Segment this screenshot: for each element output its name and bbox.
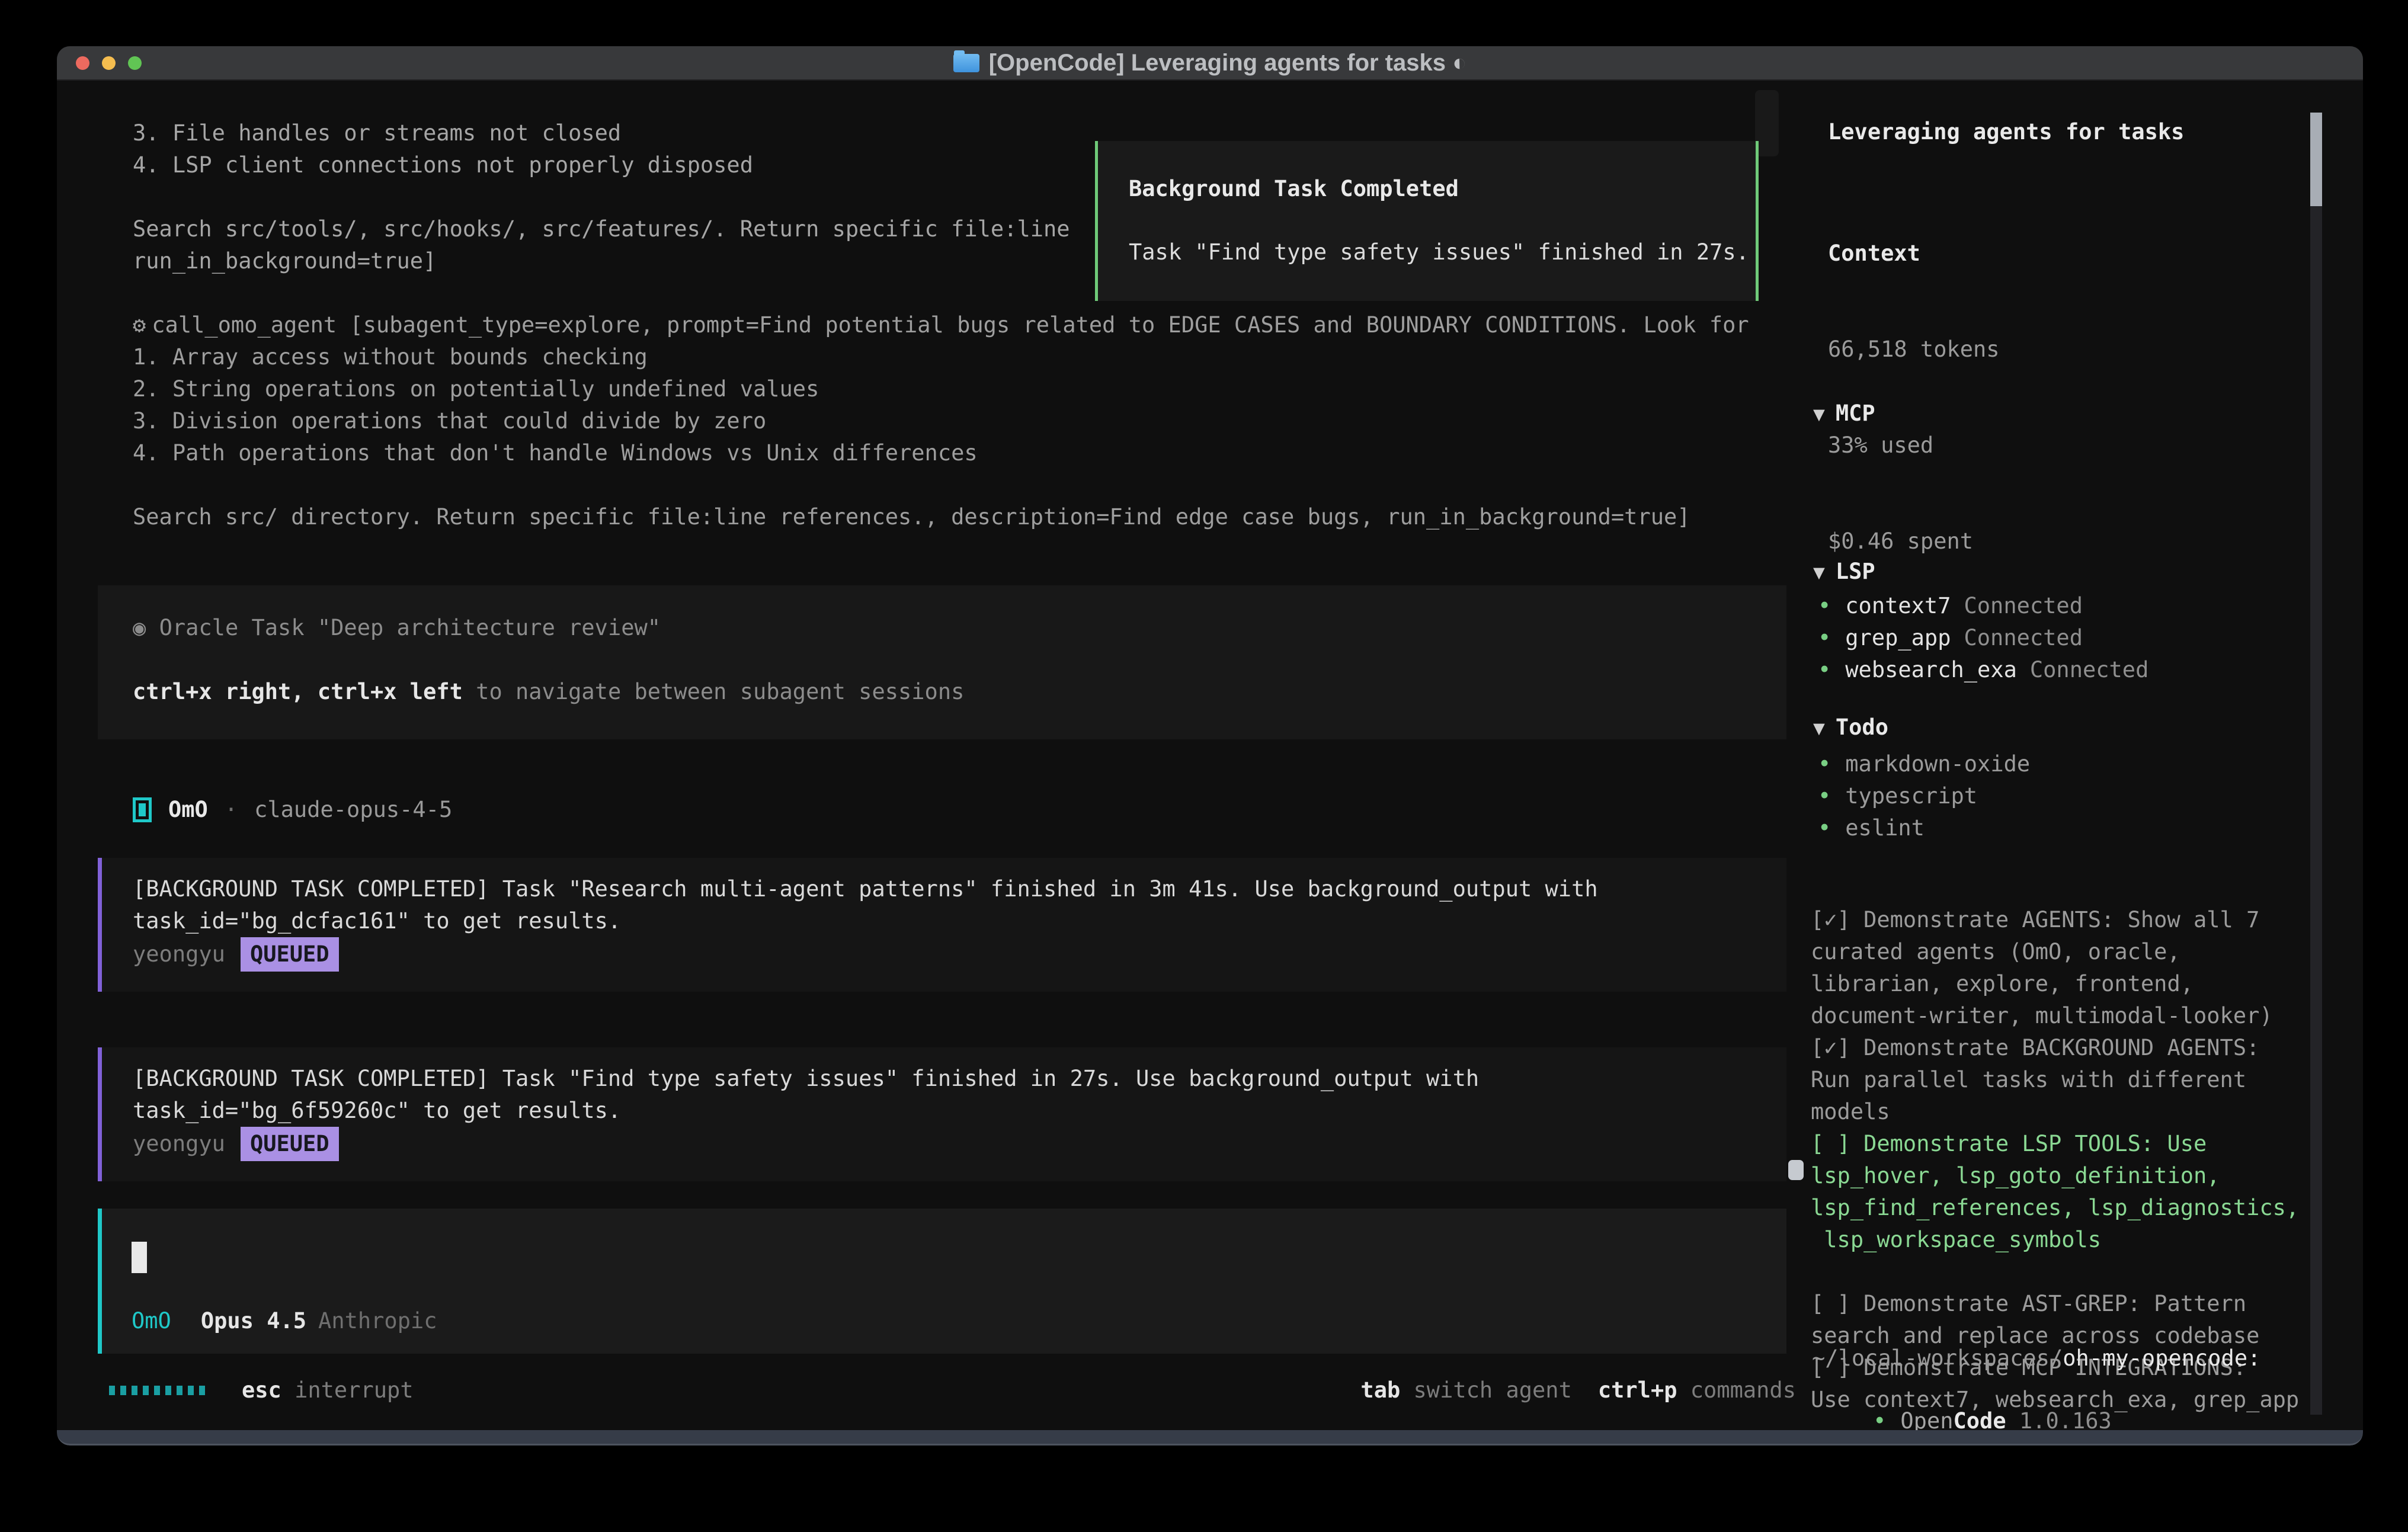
tool-call-block: ⚙call_omo_agent [subagent_type=explore, … <box>133 309 1749 533</box>
todo-line: document-writer, multimodal-looker) <box>1811 1000 2299 1032</box>
input-agent-name: OmO <box>132 1305 171 1337</box>
todo-line: lsp_find_references, lsp_diagnostics, <box>1811 1192 2299 1224</box>
agent-name: OmO <box>168 794 208 826</box>
chat-scrollbar-thumb[interactable] <box>1788 1160 1804 1180</box>
chevron-down-icon: ▼ <box>1813 716 1825 739</box>
status-badge: QUEUED <box>241 1127 339 1161</box>
workspace-dir-dim: ~/local-workspaces/ <box>1812 1345 2063 1371</box>
sidebar-scrollbar-track[interactable] <box>2310 113 2322 1415</box>
chat-scrollbar-track[interactable] <box>1755 90 1779 156</box>
esc-key: esc <box>242 1377 281 1403</box>
input-provider-name: Anthropic <box>318 1305 437 1337</box>
todo-line: lsp_workspace_symbols <box>1811 1224 2299 1256</box>
oracle-task-title-text: Oracle Task "Deep architecture review" <box>159 615 661 640</box>
tab-key: tab <box>1360 1377 1400 1403</box>
oracle-hint: ctrl+x right, ctrl+x left to navigate be… <box>133 676 1786 708</box>
text-cursor <box>132 1242 147 1273</box>
tool-call-line: 3. Division operations that could divide… <box>133 405 1749 437</box>
mcp-heading: MCP <box>1836 400 1875 426</box>
task-user: yeongyu <box>133 941 225 967</box>
todo-line: curated agents (OmO, oracle, <box>1811 936 2299 968</box>
oracle-task-title: ◉ Oracle Task "Deep architecture review" <box>133 612 1786 644</box>
transcript-line: 4. LSP client connections not properly d… <box>133 149 1070 181</box>
omo-agent-icon <box>133 797 152 822</box>
status-bar: esc interrupt tab switch agent ctrl+p co… <box>109 1374 1796 1406</box>
title-bar: [OpenCode] Leveraging agents for tasks ◐ <box>57 46 2363 81</box>
status-right-hints: tab switch agent ctrl+p commands <box>1360 1374 1796 1406</box>
input-model-name[interactable]: Opus 4.5 <box>201 1305 306 1337</box>
oracle-task-panel: ◉ Oracle Task "Deep architecture review"… <box>98 585 1786 739</box>
transcript-line: Search src/tools/, src/hooks/, src/featu… <box>133 213 1070 245</box>
notification-spacer <box>1129 205 1756 236</box>
esc-label: interrupt <box>294 1377 413 1403</box>
oracle-hint-keys: ctrl+x right, ctrl+x left <box>133 679 463 704</box>
todo-section-header[interactable]: ▼ Todo <box>1813 711 2301 744</box>
task-message-line2: task_id="bg_6f59260c" to get results. <box>133 1095 1786 1127</box>
window-title-group: [OpenCode] Leveraging agents for tasks ◐ <box>57 46 2363 79</box>
tab-hint: tab switch agent <box>1360 1374 1571 1406</box>
task-message-line1: [BACKGROUND TASK COMPLETED] Task "Find t… <box>133 1063 1786 1095</box>
background-task-notification[interactable]: Background Task Completed Task "Find typ… <box>1095 141 1759 301</box>
terminal-window: [OpenCode] Leveraging agents for tasks ◐… <box>57 46 2363 1446</box>
todo-line: [✓] Demonstrate AGENTS: Show all 7 <box>1811 904 2299 936</box>
status-badge: QUEUED <box>241 937 339 972</box>
lsp-heading: LSP <box>1836 559 1875 584</box>
agent-header: OmO · claude-opus-4-5 <box>133 794 452 826</box>
tool-call-lines: 1. Array access without bounds checking2… <box>133 341 1749 533</box>
window-bottom-edge <box>57 1430 2363 1446</box>
tool-call-line: 4. Path operations that don't handle Win… <box>133 437 1749 469</box>
tool-call-line: 1. Array access without bounds checking <box>133 341 1749 373</box>
todo-line: models <box>1811 1096 2299 1128</box>
context-heading: Context <box>1828 238 2000 270</box>
separator-dot: · <box>225 794 238 826</box>
oracle-hint-text: to navigate between subagent sessions <box>463 679 964 704</box>
prompt-input[interactable]: OmO Opus 4.5 Anthropic <box>98 1209 1786 1354</box>
task-message-meta: yeongyu QUEUED <box>133 937 1786 972</box>
session-title: Leveraging agents for tasks <box>1828 116 2184 148</box>
task-message-block: [BACKGROUND TASK COMPLETED] Task "Resear… <box>98 858 1786 992</box>
todo-line: librarian, explore, frontend, <box>1811 968 2299 1000</box>
todo-heading: Todo <box>1836 714 1888 740</box>
mcp-section-header[interactable]: ▼ MCP <box>1813 398 2148 430</box>
gear-icon: ⚙ <box>133 312 146 338</box>
agent-model: claude-opus-4-5 <box>254 794 452 826</box>
chat-transcript-top: 3. File handles or streams not closed4. … <box>133 117 1070 277</box>
esc-hint: esc interrupt <box>242 1374 414 1406</box>
task-user: yeongyu <box>133 1131 225 1156</box>
window-title: [OpenCode] Leveraging agents for tasks ◐ <box>989 47 1467 79</box>
lsp-section-header[interactable]: ▼ LSP <box>1813 556 2030 588</box>
tool-call-head: ⚙call_omo_agent [subagent_type=explore, … <box>133 309 1749 341</box>
tool-call-line: 2. String operations on potentially unde… <box>133 373 1749 405</box>
tool-call-head-text: call_omo_agent [subagent_type=explore, p… <box>152 312 1749 338</box>
input-footer: OmO Opus 4.5 Anthropic <box>132 1305 437 1337</box>
transcript-line: 3. File handles or streams not closed <box>133 117 1070 149</box>
notification-title: Background Task Completed <box>1129 173 1756 205</box>
folder-icon <box>953 54 979 72</box>
todo-line: lsp_hover, lsp_goto_definition, <box>1811 1160 2299 1192</box>
transcript-line: run_in_background=true] <box>133 245 1070 277</box>
task-message-line2: task_id="bg_dcfac161" to get results. <box>133 905 1786 937</box>
commands-hint: ctrl+p commands <box>1598 1374 1796 1406</box>
ctrl-p-key: ctrl+p <box>1598 1377 1677 1403</box>
commands-label: commands <box>1690 1377 1796 1403</box>
workspace-line: ~/local-workspaces/oh-my-opencode: <box>1812 1342 2260 1374</box>
task-message-line1: [BACKGROUND TASK COMPLETED] Task "Resear… <box>133 873 1786 905</box>
tool-call-line <box>133 469 1749 501</box>
activity-spinner-icon <box>109 1386 205 1395</box>
oracle-spacer <box>133 644 1786 676</box>
workspace-dir-bold: oh-my-opencode: <box>2063 1345 2260 1371</box>
notification-body: Task "Find type safety issues" finished … <box>1129 236 1756 268</box>
record-icon: ◉ <box>133 615 146 640</box>
tool-call-line: Search src/ directory. Return specific f… <box>133 501 1749 533</box>
task-message-meta: yeongyu QUEUED <box>133 1127 1786 1161</box>
todo-line: [ ] Demonstrate LSP TOOLS: Use <box>1811 1128 2299 1160</box>
todo-line: [✓] Demonstrate BACKGROUND AGENTS: <box>1811 1032 2299 1064</box>
chevron-down-icon: ▼ <box>1813 402 1825 425</box>
chevron-down-icon: ▼ <box>1813 560 1825 584</box>
task-message-block: [BACKGROUND TASK COMPLETED] Task "Find t… <box>98 1047 1786 1181</box>
todo-line: Run parallel tasks with different <box>1811 1064 2299 1096</box>
sidebar-scrollbar-thumb[interactable] <box>2310 113 2322 206</box>
transcript-line <box>133 181 1070 213</box>
tab-label: switch agent <box>1414 1377 1572 1403</box>
